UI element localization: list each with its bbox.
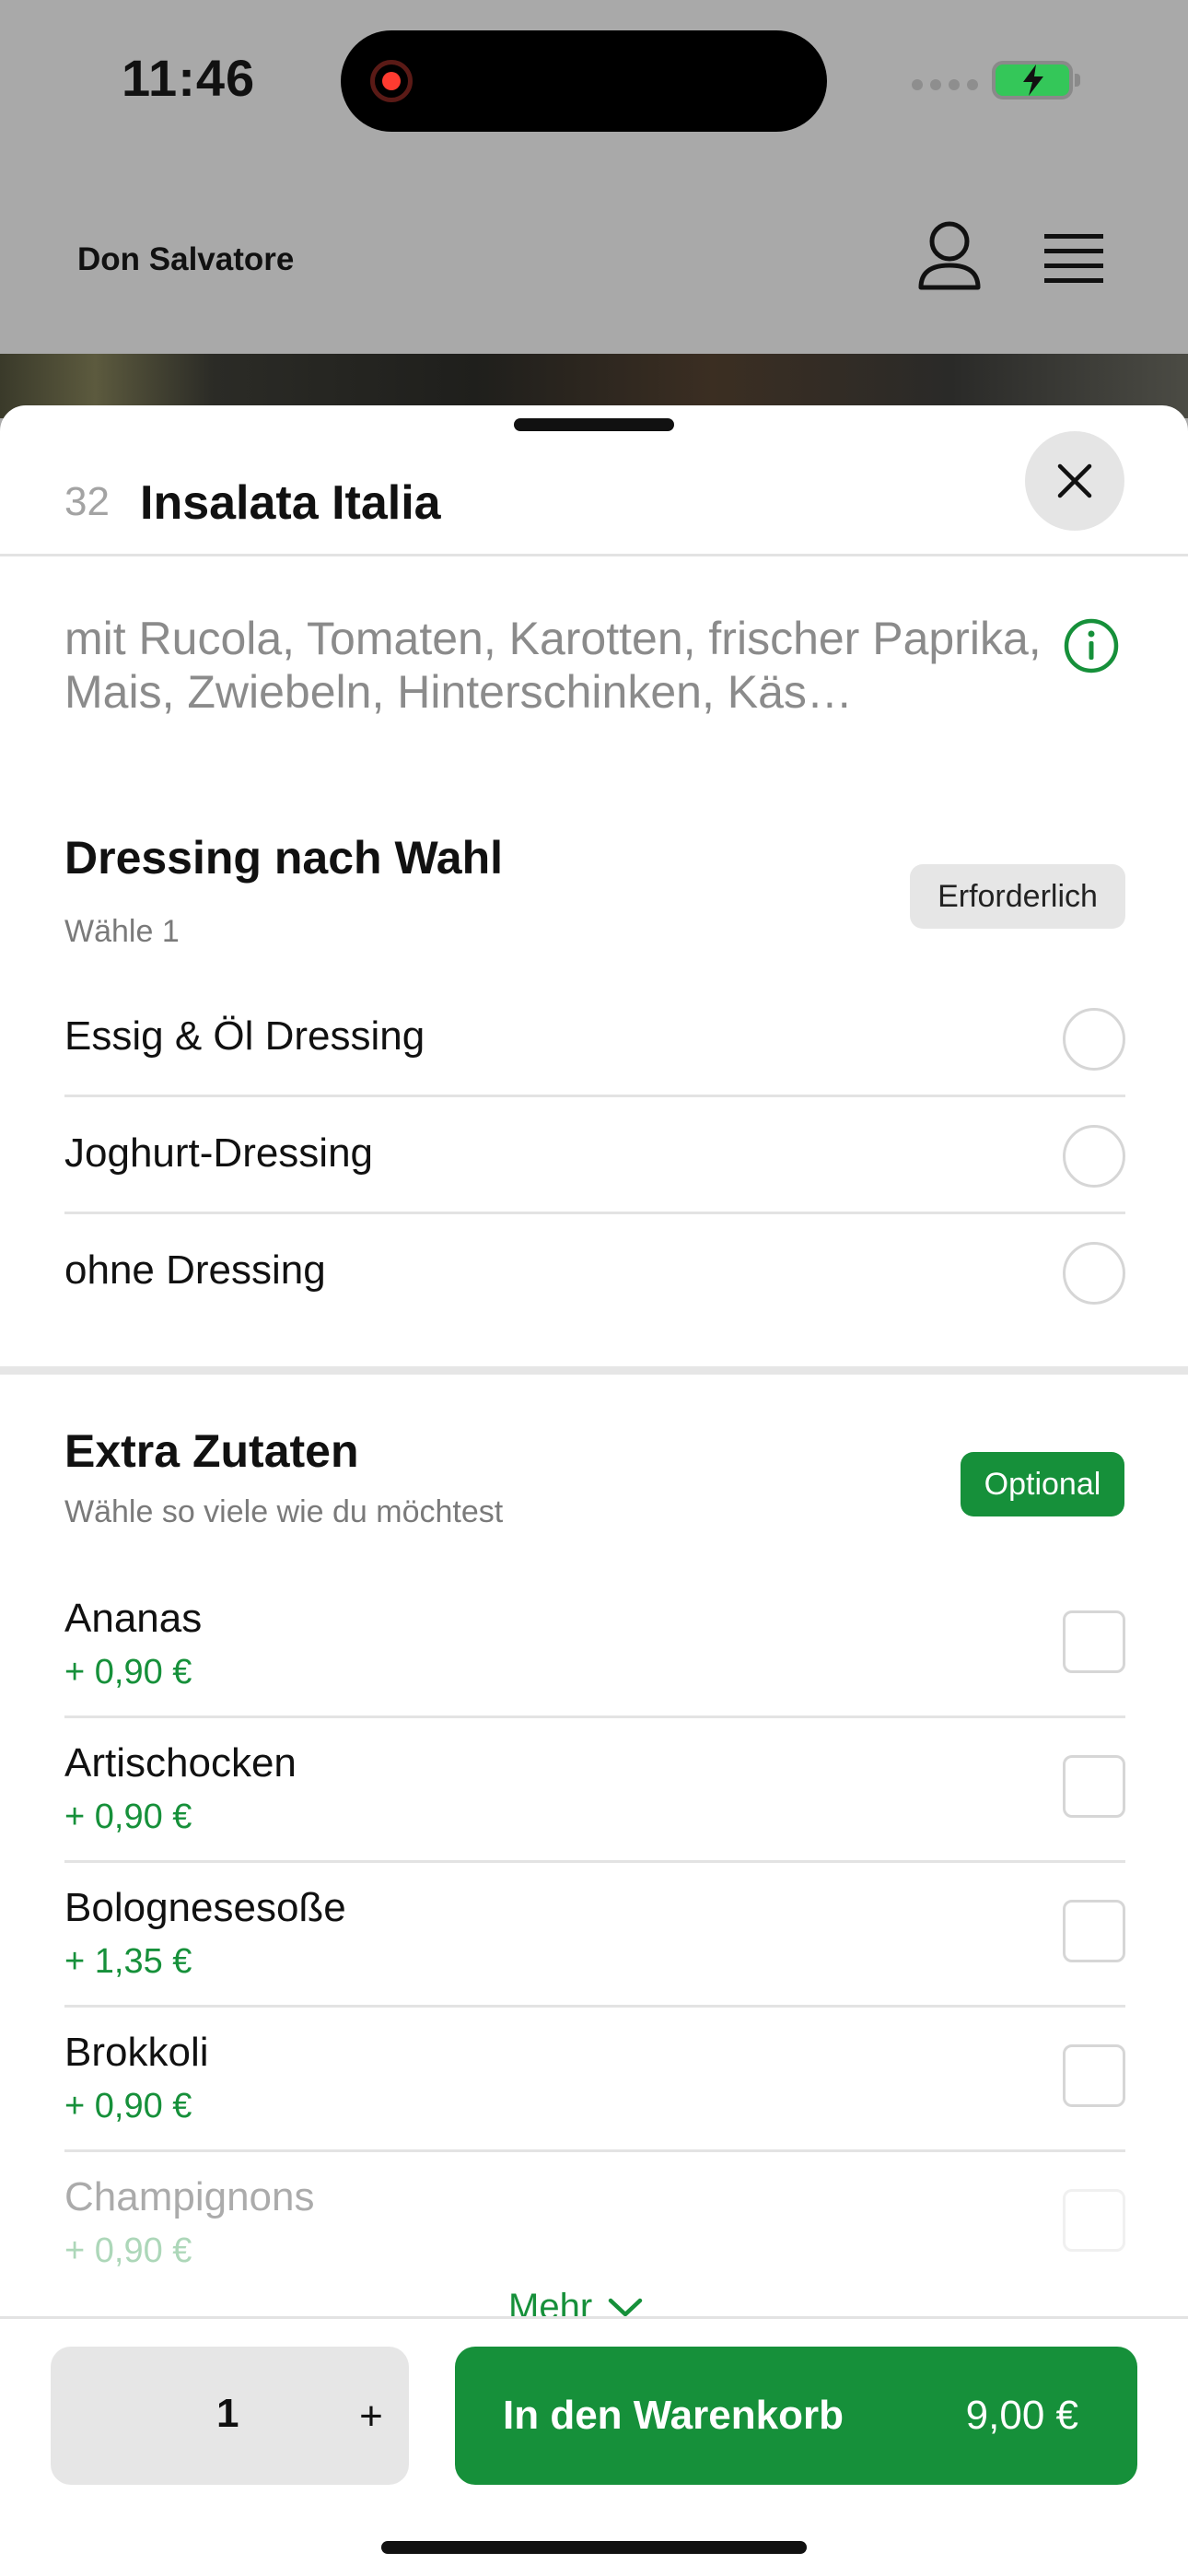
dressing-option-label: ohne Dressing — [64, 1247, 326, 1293]
extra-item-price: + 0,90 € — [64, 1653, 192, 1692]
section-divider — [0, 1366, 1188, 1375]
dressing-section-subtitle: Wähle 1 — [64, 914, 180, 949]
dressing-option[interactable]: Essig & Öl Dressing — [64, 980, 1125, 1097]
extra-item[interactable]: Ananas + 0,90 € — [64, 1574, 1125, 1718]
menu-icon[interactable] — [1044, 232, 1103, 288]
add-to-cart-button[interactable]: In den Warenkorb 9,00 € — [455, 2347, 1137, 2485]
required-badge: Erforderlich — [910, 864, 1125, 929]
dressing-option-label: Joghurt-Dressing — [64, 1130, 374, 1176]
quantity-stepper: 1 + — [51, 2347, 409, 2485]
extra-item-label: Bolognesesoße — [64, 1885, 346, 1930]
increment-button[interactable]: + — [344, 2389, 399, 2444]
dressing-option[interactable]: Joghurt-Dressing — [64, 1097, 1125, 1214]
radio-button[interactable] — [1063, 1242, 1125, 1305]
item-description[interactable]: mit Rucola, Tomaten, Karotten, frischer … — [64, 612, 1059, 719]
extra-item[interactable]: Champignons + 0,90 € — [64, 2152, 1125, 2297]
dynamic-island — [341, 30, 827, 132]
checkbox[interactable] — [1063, 1900, 1125, 1962]
item-title: Insalata Italia — [140, 476, 441, 530]
quantity-value: 1 — [216, 2391, 239, 2436]
account-icon[interactable] — [917, 221, 982, 296]
extras-section-title: Extra Zutaten — [64, 1425, 359, 1477]
chevron-down-icon — [608, 2298, 643, 2316]
extra-item-label: Artischocken — [64, 1740, 297, 1786]
optional-badge: Optional — [961, 1452, 1124, 1516]
info-icon[interactable] — [1063, 617, 1120, 679]
item-number: 32 — [64, 479, 110, 524]
close-icon — [1057, 463, 1092, 498]
extra-item-price: + 0,90 € — [64, 1797, 192, 1836]
status-time: 11:46 — [122, 49, 256, 107]
extra-item[interactable]: Artischocken + 0,90 € — [64, 1718, 1125, 1863]
status-bar: 11:46 — [0, 0, 1188, 166]
radio-button[interactable] — [1063, 1125, 1125, 1188]
sheet-grabber[interactable] — [514, 418, 674, 431]
recording-indicator-icon — [370, 60, 413, 102]
radio-button[interactable] — [1063, 1008, 1125, 1071]
extra-item-price: + 1,35 € — [64, 1942, 192, 1981]
checkbox[interactable] — [1063, 2044, 1125, 2107]
extra-item-price: + 0,90 € — [64, 2087, 192, 2125]
dressing-option-label: Essig & Öl Dressing — [64, 1013, 425, 1059]
extras-section-subtitle: Wähle so viele wie du möchtest — [64, 1494, 504, 1529]
extra-item[interactable]: Bolognesesoße + 1,35 € — [64, 1863, 1125, 2008]
extra-item-price: + 0,90 € — [64, 2231, 192, 2270]
signal-icon — [912, 79, 978, 90]
add-to-cart-label: In den Warenkorb — [503, 2393, 844, 2438]
restaurant-title: Don Salvatore — [77, 241, 295, 277]
checkbox[interactable] — [1063, 1755, 1125, 1818]
home-indicator[interactable] — [381, 2541, 807, 2554]
battery-charging-icon — [992, 61, 1080, 100]
extra-item-label: Ananas — [64, 1596, 203, 1641]
dressing-option[interactable]: ohne Dressing — [64, 1214, 1125, 1331]
extra-item-label: Champignons — [64, 2174, 315, 2219]
extra-item[interactable]: Brokkoli + 0,90 € — [64, 2008, 1125, 2152]
checkbox[interactable] — [1063, 1610, 1125, 1673]
order-footer: 1 + In den Warenkorb 9,00 € — [0, 2316, 1188, 2576]
sheet-header: 32 Insalata Italia — [0, 433, 1188, 556]
dressing-section-title: Dressing nach Wahl — [64, 832, 504, 884]
close-button[interactable] — [1025, 431, 1124, 531]
checkbox[interactable] — [1063, 2189, 1125, 2252]
item-detail-sheet: 32 Insalata Italia mit Rucola, Tomaten, … — [0, 405, 1188, 2576]
extra-item-label: Brokkoli — [64, 2030, 209, 2075]
background-header: Don Salvatore — [0, 166, 1188, 354]
cart-total-price: 9,00 € — [965, 2393, 1078, 2438]
